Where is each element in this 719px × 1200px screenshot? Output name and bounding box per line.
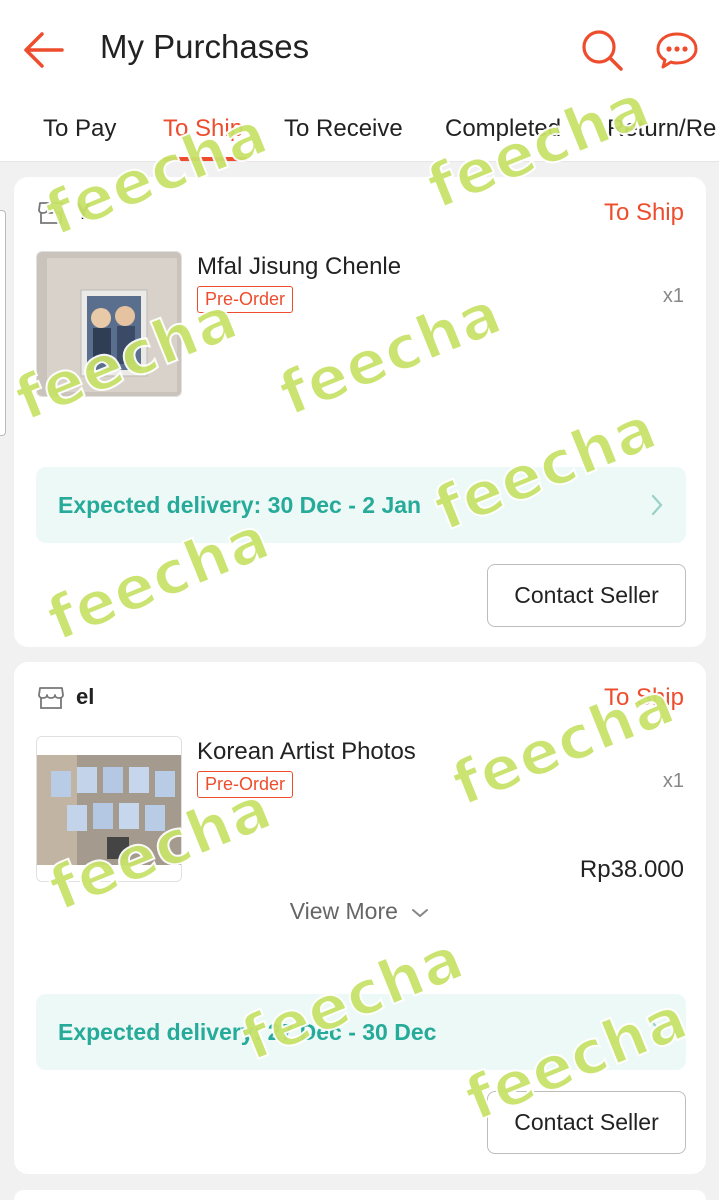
order-card-partial <box>14 1190 706 1200</box>
pre-order-badge: Pre-Order <box>197 771 294 798</box>
order-card[interactable]: el To Ship Korean Artist Photos Pre-Orde… <box>14 662 706 1174</box>
product-name[interactable]: Mfal Jisung Chenle <box>197 253 401 281</box>
product-photo-image <box>37 252 181 396</box>
shop-icon <box>38 687 64 709</box>
order-status: To Ship <box>603 199 684 226</box>
page-title: My Purchases <box>100 28 310 65</box>
shop-name: Y <box>76 199 91 224</box>
product-name[interactable]: Korean Artist Photos <box>197 738 416 766</box>
order-status: To Ship <box>603 684 684 711</box>
top-bar: My Purchases <box>0 0 719 100</box>
expected-delivery-text: Expected delivery: 27 Dec - 30 Dec <box>58 1019 437 1045</box>
product-quantity: x1 <box>662 770 684 792</box>
contact-seller-button[interactable]: Contact Seller <box>487 1091 686 1154</box>
chevron-right-icon <box>651 1021 663 1043</box>
product-thumbnail[interactable] <box>36 251 182 397</box>
chevron-right-icon <box>651 494 663 516</box>
order-card[interactable]: Y To Ship Mfal Jisung Chenle Pre-Order x… <box>14 177 706 647</box>
product-thumbnail[interactable] <box>36 736 182 882</box>
shop-icon <box>38 202 64 224</box>
delivery-info[interactable]: Expected delivery: 27 Dec - 30 Dec <box>36 994 686 1070</box>
tab-to-pay[interactable]: To Pay <box>43 115 116 143</box>
shop-name: el <box>76 684 95 709</box>
view-more-button[interactable]: View More <box>14 898 706 925</box>
active-tab-indicator <box>163 157 247 161</box>
back-button[interactable] <box>22 30 66 70</box>
pre-order-badge: Pre-Order <box>197 286 294 313</box>
chat-icon <box>656 32 698 69</box>
tab-return-refund[interactable]: Return/Re <box>607 115 716 143</box>
expected-delivery-text: Expected delivery: 30 Dec - 2 Jan <box>58 492 422 518</box>
order-status-tabs: To Pay To Ship To Receive Completed Retu… <box>0 100 719 162</box>
chevron-down-icon <box>412 908 429 918</box>
search-button[interactable] <box>580 28 624 72</box>
tab-to-receive[interactable]: To Receive <box>284 115 403 143</box>
chat-button[interactable] <box>655 30 701 72</box>
tab-completed[interactable]: Completed <box>445 115 561 143</box>
product-quantity: x1 <box>662 285 684 307</box>
product-photo-image <box>37 737 181 881</box>
view-more-label: View More <box>289 898 398 924</box>
contact-seller-button[interactable]: Contact Seller <box>487 564 686 627</box>
product-price: Rp38.000 <box>579 856 684 883</box>
search-icon <box>582 30 623 71</box>
delivery-info[interactable]: Expected delivery: 30 Dec - 2 Jan <box>36 467 686 543</box>
side-edge <box>0 210 6 436</box>
arrow-left-icon <box>24 32 64 68</box>
tab-to-ship[interactable]: To Ship <box>163 115 243 143</box>
